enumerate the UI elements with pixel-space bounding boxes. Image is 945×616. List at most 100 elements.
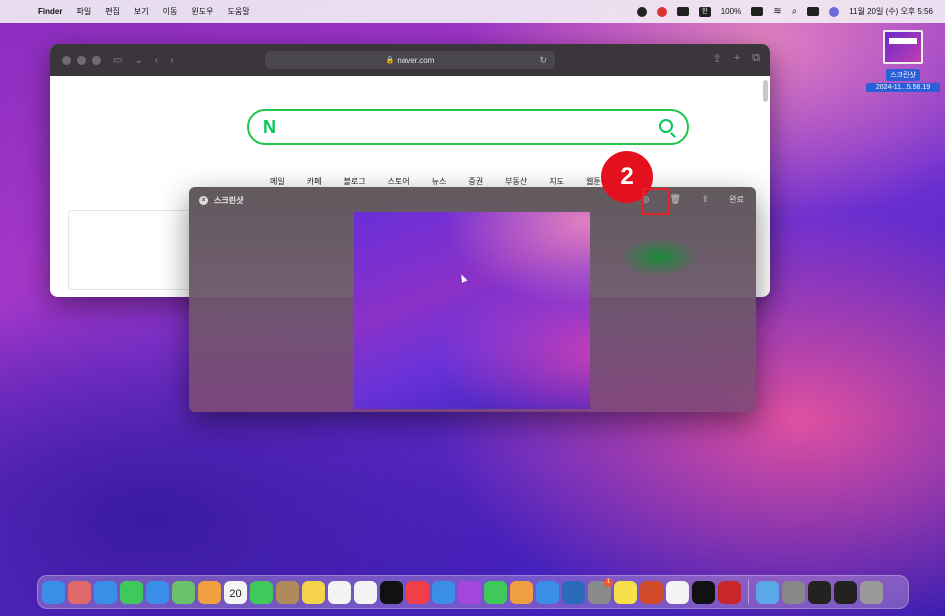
menu-clock[interactable]: 11월 20일 (수) 오후 5:56 xyxy=(849,6,933,17)
display-icon[interactable] xyxy=(676,7,689,16)
kakaotalk-icon[interactable] xyxy=(614,580,637,604)
naver-nav: 메일 카페 블로그 스토어 뉴스 증권 부동산 지도 웹툰 xyxy=(270,176,601,187)
chrome-icon[interactable] xyxy=(666,580,689,604)
battery-percent[interactable]: 100% xyxy=(721,7,741,16)
battery-icon[interactable] xyxy=(751,7,764,16)
record-status-icon[interactable] xyxy=(636,6,647,17)
mail-icon[interactable] xyxy=(146,580,169,604)
nav-stocks[interactable]: 증권 xyxy=(468,176,483,187)
keynote-icon[interactable] xyxy=(432,580,455,604)
folder-icon[interactable] xyxy=(756,580,779,604)
calendar-icon[interactable]: 20 xyxy=(224,580,247,604)
share-icon[interactable]: ⇪ xyxy=(712,52,721,65)
podcasts-icon[interactable] xyxy=(458,580,481,604)
toolbar-right: ⇪ + ⧉ xyxy=(712,52,760,65)
appstore-icon[interactable] xyxy=(536,580,559,604)
filezilla-icon[interactable] xyxy=(718,580,741,604)
sidebar-toggle-icon[interactable]: ▭ xyxy=(113,55,122,66)
menu-file[interactable]: 파일 xyxy=(76,6,91,17)
trash-icon[interactable]: 🗑 xyxy=(669,193,681,205)
maps-icon[interactable] xyxy=(172,580,195,604)
new-tab-icon[interactable]: + xyxy=(734,52,740,65)
control-center-icon[interactable] xyxy=(807,7,820,16)
search-icon[interactable] xyxy=(659,119,673,133)
app-status-icon[interactable] xyxy=(656,6,667,17)
minimize-window-button[interactable] xyxy=(77,55,86,65)
notification-badge: 1 xyxy=(604,577,613,587)
input-source-icon[interactable]: 한 xyxy=(698,6,711,17)
chevron-down-icon[interactable]: ⌄ xyxy=(134,55,142,66)
menu-go[interactable]: 이동 xyxy=(163,6,178,17)
naver-search-box[interactable]: N xyxy=(247,109,689,145)
reminders-icon[interactable] xyxy=(354,580,377,604)
facetime-icon[interactable] xyxy=(250,580,273,604)
cursor-icon xyxy=(458,273,468,283)
help-icon[interactable] xyxy=(782,580,805,604)
desktop-file-date: 2024-11...5.56.19 xyxy=(866,83,940,92)
highlight-box xyxy=(642,188,669,215)
desktop-screenshot-file[interactable]: 스크린샷 2024-11...5.56.19 xyxy=(866,30,940,92)
nav-mail[interactable]: 메일 xyxy=(270,176,285,187)
back-icon[interactable]: ‹ xyxy=(155,55,158,66)
menu-app-name[interactable]: Finder xyxy=(38,7,62,16)
safari-icon[interactable] xyxy=(94,580,117,604)
appletv-icon[interactable] xyxy=(380,580,403,604)
close-window-button[interactable] xyxy=(62,55,71,65)
dock-separator xyxy=(748,580,749,604)
screenshot-thumbnail xyxy=(883,30,923,64)
scrollbar[interactable] xyxy=(763,80,768,102)
menu-view[interactable]: 보기 xyxy=(134,6,149,17)
pages-icon[interactable] xyxy=(510,580,533,604)
nav-store[interactable]: 스토어 xyxy=(388,176,410,187)
finder-icon[interactable] xyxy=(42,580,65,604)
wifi-icon[interactable]: ≋ xyxy=(773,6,781,17)
messages-icon[interactable] xyxy=(120,580,143,604)
system-settings-icon[interactable]: 1 xyxy=(588,577,613,604)
nav-realestate[interactable]: 부동산 xyxy=(505,176,527,187)
menu-window[interactable]: 윈도우 xyxy=(191,6,213,17)
trash-icon[interactable] xyxy=(860,580,883,604)
freeform-icon[interactable] xyxy=(328,580,351,604)
menu-edit[interactable]: 편집 xyxy=(105,6,120,17)
panel-title: 스크린샷 xyxy=(214,196,244,205)
menu-bar: Finder 파일 편집 보기 이동 윈도우 도움말 한 100% ≋ ⌕ 11… xyxy=(0,0,945,23)
nav-webtoon[interactable]: 웹툰 xyxy=(586,176,601,187)
xcode-icon[interactable] xyxy=(562,580,585,604)
nav-blog[interactable]: 블로그 xyxy=(343,176,365,187)
contacts-icon[interactable] xyxy=(276,580,299,604)
launchpad-icon[interactable] xyxy=(68,580,91,604)
nav-cafe[interactable]: 카페 xyxy=(307,176,322,187)
safari-toolbar: ▭ ⌄ ‹ › 🔒 naver.com ↻ ⇪ + ⧉ xyxy=(50,44,770,76)
battery-app-icon[interactable] xyxy=(808,580,831,604)
reload-icon[interactable]: ↻ xyxy=(539,55,547,66)
capcut-icon[interactable] xyxy=(692,580,715,604)
blurred-background xyxy=(619,237,699,277)
naver-logo[interactable]: N xyxy=(263,117,276,138)
photos-icon[interactable] xyxy=(198,580,221,604)
lock-icon: 🔒 xyxy=(385,57,395,64)
tab-overview-icon[interactable]: ⧉ xyxy=(752,52,760,65)
forward-icon[interactable]: › xyxy=(170,55,173,66)
nav-news[interactable]: 뉴스 xyxy=(432,176,447,187)
done-button[interactable]: 완료 xyxy=(729,194,744,205)
screenshot-image xyxy=(354,212,590,409)
close-icon[interactable]: × xyxy=(199,196,208,205)
desktop-file-label: 스크린샷 xyxy=(886,69,920,81)
siri-icon[interactable] xyxy=(829,6,840,17)
notes-icon[interactable] xyxy=(302,580,325,604)
naver-content-card xyxy=(68,210,208,290)
screenshot-preview-panel: × 스크린샷 ◎ 🗑 ⇪ 완료 xyxy=(189,187,756,412)
window-controls xyxy=(62,55,101,65)
numbers-icon[interactable] xyxy=(484,580,507,604)
address-bar[interactable]: 🔒 naver.com ↻ xyxy=(265,51,555,69)
spotlight-icon[interactable]: ⌕ xyxy=(792,6,798,17)
menu-help[interactable]: 도움말 xyxy=(227,6,249,17)
address-url: naver.com xyxy=(397,55,435,65)
zoom-window-button[interactable] xyxy=(92,55,101,65)
nav-map[interactable]: 지도 xyxy=(549,176,564,187)
music-icon[interactable] xyxy=(406,580,429,604)
panel-header: × 스크린샷 xyxy=(199,195,243,206)
share-icon[interactable]: ⇪ xyxy=(699,193,711,205)
battery-app-2-icon[interactable] xyxy=(834,580,857,604)
powerpoint-icon[interactable] xyxy=(640,580,663,604)
